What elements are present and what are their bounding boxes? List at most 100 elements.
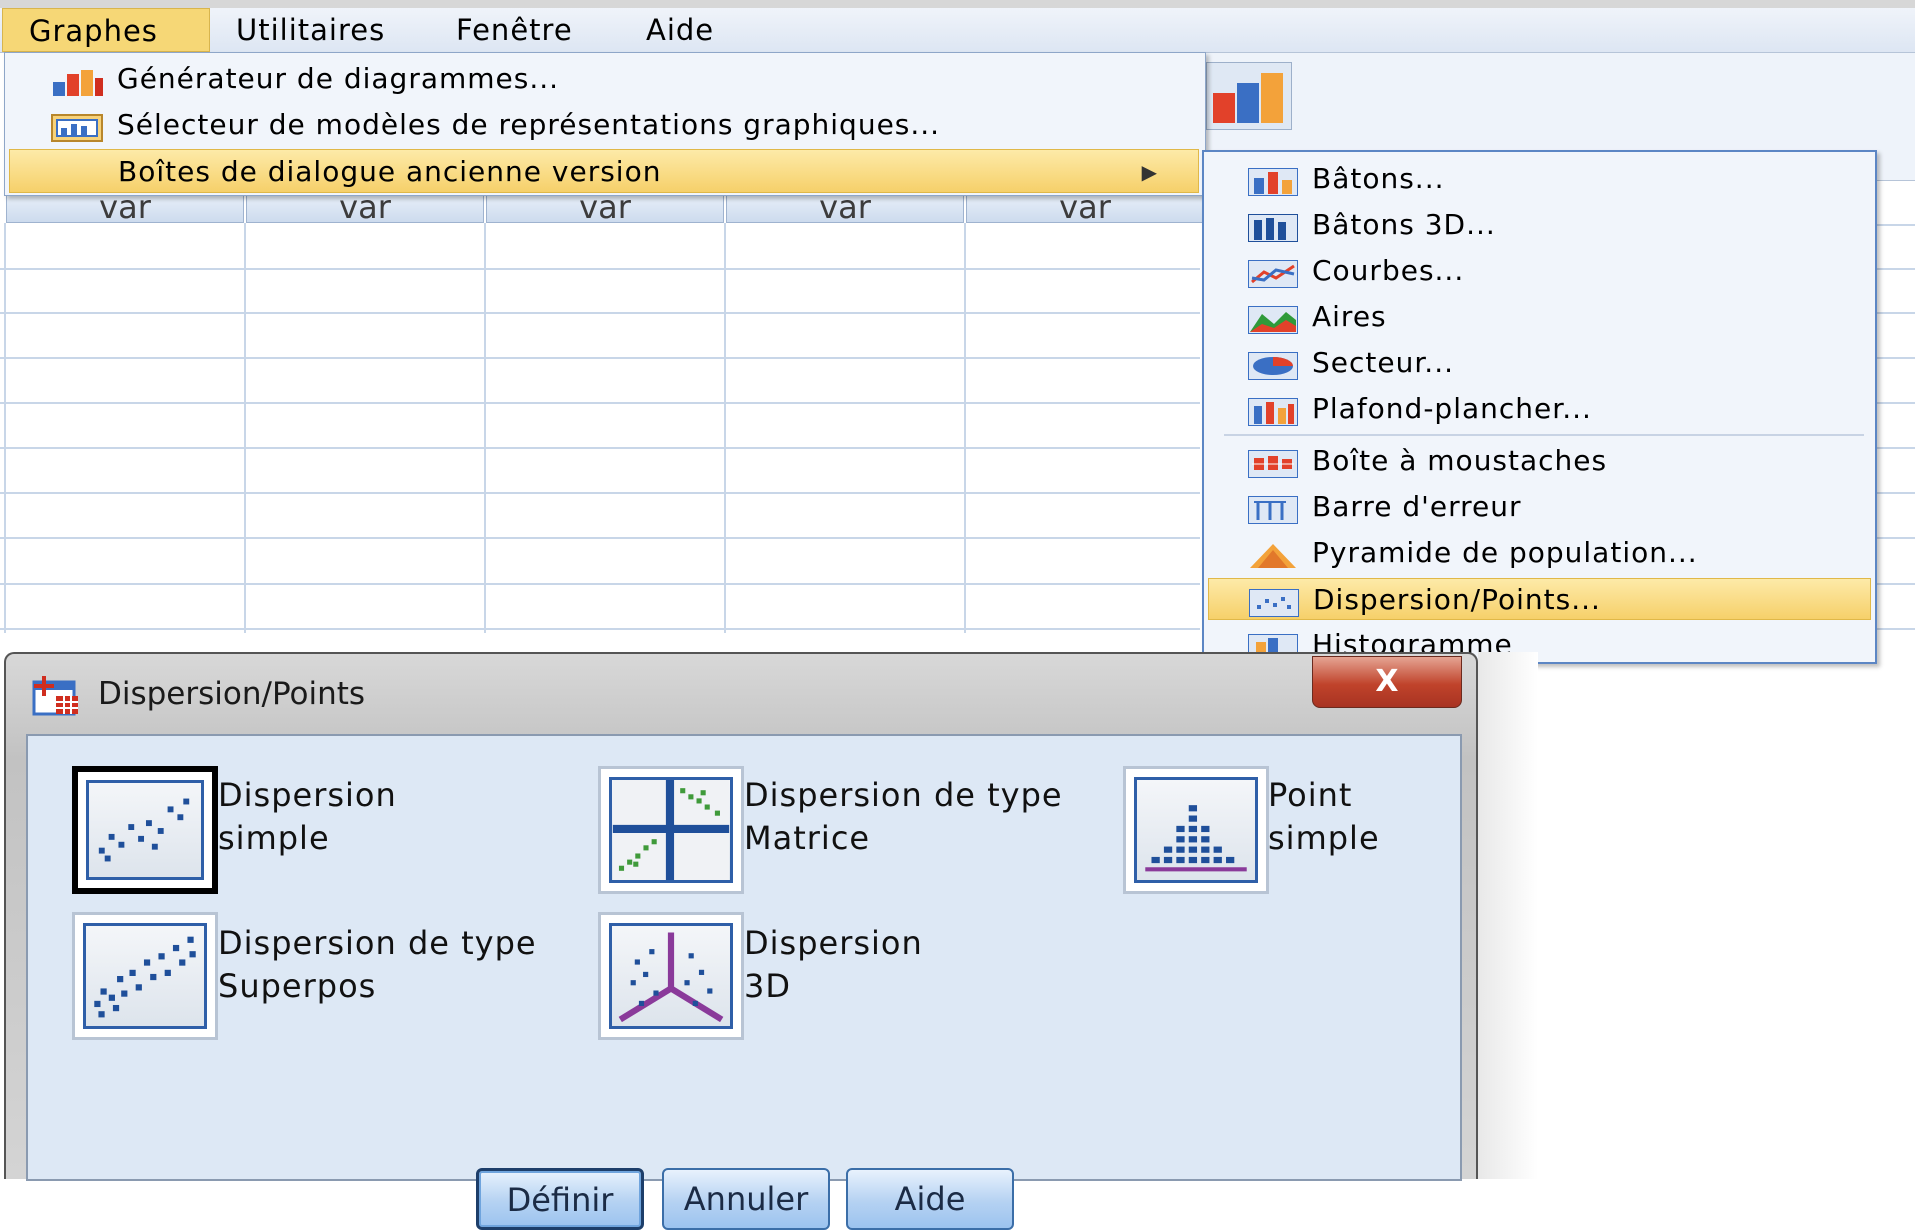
option-label: Dispersion 3D bbox=[744, 922, 923, 1008]
population-pyramid-icon bbox=[1248, 540, 1298, 568]
option-label: Point simple bbox=[1268, 774, 1380, 860]
option-label-line: Matrice bbox=[744, 819, 871, 857]
menu-bar: Graphes Utilitaires Fenêtre Aide bbox=[0, 0, 1915, 53]
column-header[interactable]: var bbox=[246, 193, 484, 223]
menu-item-template-chooser[interactable]: Sélecteur de modèles de représentations … bbox=[9, 103, 1199, 147]
grid-line bbox=[0, 268, 1200, 270]
simple-scatter-option[interactable] bbox=[72, 766, 218, 894]
grid-line bbox=[244, 223, 246, 633]
overlay-scatter-icon bbox=[83, 923, 207, 1029]
option-label-line: Superpos bbox=[218, 967, 377, 1005]
grid-line bbox=[0, 583, 1200, 585]
grid-line bbox=[0, 492, 1200, 494]
define-button[interactable]: Définir bbox=[476, 1168, 644, 1230]
overlay-scatter-option[interactable] bbox=[72, 912, 218, 1040]
scatter-dot-icon bbox=[1248, 587, 1300, 618]
submenu-item-label: Boîte à moustaches bbox=[1312, 444, 1608, 477]
dialog-app-icon bbox=[30, 674, 82, 718]
simple-dot-option[interactable] bbox=[1123, 766, 1269, 894]
column-header[interactable]: var bbox=[966, 193, 1204, 223]
menu-aide[interactable]: Aide bbox=[620, 8, 740, 52]
option-label-line: simple bbox=[1268, 819, 1380, 857]
grid-line bbox=[0, 628, 1200, 630]
submenu-item-label: Aires bbox=[1312, 300, 1387, 333]
legacy-dialogs-submenu: Bâtons... Bâtons 3D... Courbes... Aires … bbox=[1202, 150, 1877, 664]
chart-builder-icon bbox=[51, 65, 103, 96]
menu-separator bbox=[1224, 434, 1864, 436]
error-bar-icon bbox=[1247, 494, 1299, 525]
submenu-item-label: Courbes... bbox=[1312, 254, 1465, 287]
menu-item-chart-builder[interactable]: Générateur de diagrammes... bbox=[9, 57, 1199, 101]
3d-scatter-option[interactable] bbox=[598, 912, 744, 1040]
submenu-item-label: Bâtons... bbox=[1312, 162, 1445, 195]
column-header[interactable]: var bbox=[6, 193, 244, 223]
graphes-dropdown-menu: Générateur de diagrammes... Sélecteur de… bbox=[4, 52, 1206, 196]
submenu-item-label: Pyramide de population... bbox=[1312, 536, 1698, 569]
option-label: Dispersion de type Matrice bbox=[744, 774, 1063, 860]
line-chart-icon bbox=[1247, 258, 1299, 289]
grid-line bbox=[4, 223, 6, 633]
scatter-dot-dialog: Dispersion/Points X Dispersion simple Di… bbox=[4, 652, 1478, 1230]
window-top-edge bbox=[0, 0, 1915, 8]
matrix-scatter-icon bbox=[609, 777, 733, 883]
submenu-item-batons-3d[interactable]: Bâtons 3D... bbox=[1208, 204, 1871, 246]
chart-builder-toolbar-icon[interactable] bbox=[1206, 62, 1292, 130]
option-label: Dispersion de type Superpos bbox=[218, 922, 537, 1008]
close-button[interactable]: X bbox=[1312, 656, 1462, 708]
option-label: Dispersion simple bbox=[218, 774, 397, 860]
area-chart-icon bbox=[1247, 304, 1299, 335]
submenu-item-boite-moustaches[interactable]: Boîte à moustaches bbox=[1208, 440, 1871, 482]
3d-bar-icon bbox=[1247, 212, 1299, 243]
high-low-icon bbox=[1247, 396, 1299, 427]
grid-line bbox=[0, 312, 1200, 314]
help-button[interactable]: Aide bbox=[846, 1168, 1014, 1230]
menu-utilitaires[interactable]: Utilitaires bbox=[210, 8, 411, 52]
submenu-item-barre-erreur[interactable]: Barre d'erreur bbox=[1208, 486, 1871, 528]
grid-line bbox=[0, 447, 1200, 449]
submenu-item-pyramide[interactable]: Pyramide de population... bbox=[1208, 532, 1871, 574]
submenu-arrow-icon: ▶ bbox=[1141, 160, 1158, 184]
submenu-item-plafond-plancher[interactable]: Plafond-plancher... bbox=[1208, 388, 1871, 430]
option-label-line: 3D bbox=[744, 967, 791, 1005]
bar-chart-icon bbox=[1247, 166, 1299, 197]
column-header[interactable]: var bbox=[726, 193, 964, 223]
submenu-item-label: Bâtons 3D... bbox=[1312, 208, 1496, 241]
grid-line bbox=[0, 357, 1200, 359]
window-shadow bbox=[1478, 652, 1538, 1179]
submenu-item-label: Barre d'erreur bbox=[1312, 490, 1522, 523]
option-label-line: Dispersion bbox=[744, 924, 923, 962]
menu-item-label: Boîtes de dialogue ancienne version bbox=[118, 155, 662, 188]
submenu-item-label: Plafond-plancher... bbox=[1312, 392, 1592, 425]
option-label-line: Dispersion de type bbox=[218, 924, 537, 962]
grid-line bbox=[724, 223, 726, 633]
grid-line bbox=[964, 223, 966, 633]
submenu-item-batons[interactable]: Bâtons... bbox=[1208, 158, 1871, 200]
dialog-body: Dispersion simple Dispersion de type Mat… bbox=[26, 734, 1462, 1230]
submenu-item-dispersion-points[interactable]: Dispersion/Points... bbox=[1208, 578, 1871, 620]
option-label-line: simple bbox=[218, 819, 330, 857]
submenu-item-secteur[interactable]: Secteur... bbox=[1208, 342, 1871, 384]
menu-item-legacy-dialogs[interactable]: Boîtes de dialogue ancienne version ▶ bbox=[9, 149, 1199, 193]
grid-line bbox=[0, 537, 1200, 539]
boxplot-icon bbox=[1247, 448, 1299, 479]
simple-dot-icon bbox=[1134, 777, 1258, 883]
submenu-item-courbes[interactable]: Courbes... bbox=[1208, 250, 1871, 292]
3d-scatter-icon bbox=[609, 923, 733, 1029]
pie-chart-icon bbox=[1247, 350, 1299, 381]
simple-scatter-icon bbox=[86, 780, 204, 880]
grid-line bbox=[0, 402, 1200, 404]
grid-line bbox=[484, 223, 486, 633]
menu-graphes[interactable]: Graphes bbox=[2, 8, 210, 52]
column-header[interactable]: var bbox=[486, 193, 724, 223]
submenu-item-label: Secteur... bbox=[1312, 346, 1454, 379]
dialog-title: Dispersion/Points bbox=[98, 676, 366, 712]
cancel-button[interactable]: Annuler bbox=[662, 1168, 830, 1230]
matrix-scatter-option[interactable] bbox=[598, 766, 744, 894]
menu-item-label: Sélecteur de modèles de représentations … bbox=[117, 108, 941, 141]
option-label-line: Point bbox=[1268, 776, 1353, 814]
menu-fenetre[interactable]: Fenêtre bbox=[430, 8, 599, 52]
option-label-line: Dispersion bbox=[218, 776, 397, 814]
submenu-item-aires[interactable]: Aires bbox=[1208, 296, 1871, 338]
submenu-item-label: Dispersion/Points... bbox=[1313, 583, 1601, 616]
option-label-line: Dispersion de type bbox=[744, 776, 1063, 814]
